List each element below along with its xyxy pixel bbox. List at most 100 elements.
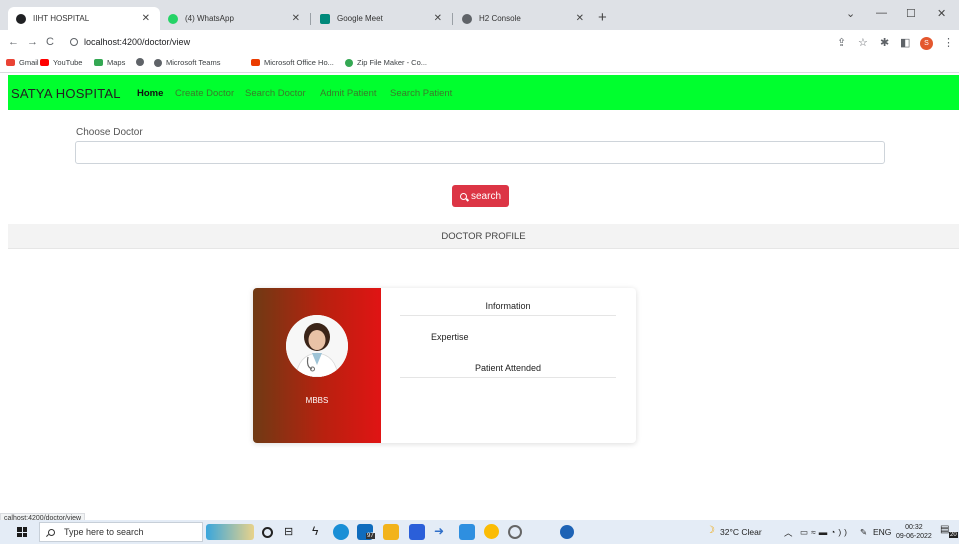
bookmark-microsoft-teams[interactable]: Microsoft Teams <box>154 58 220 67</box>
language-indicator[interactable]: ENG <box>873 527 891 537</box>
tab-separator <box>452 13 453 25</box>
bookmark-zip-file-maker[interactable]: Zip File Maker - Co... <box>345 58 427 67</box>
patients-attended-label: Patient Attended <box>400 363 616 378</box>
terminal-icon[interactable]: ➜ <box>434 524 450 540</box>
nav-home[interactable]: Home <box>137 88 163 99</box>
expertise-label: Expertise <box>431 332 469 342</box>
globe-icon <box>154 58 162 67</box>
extensions-icon[interactable]: ✱ <box>880 36 889 49</box>
lightning-app-icon[interactable]: ϟ <box>312 524 328 540</box>
bookmark-label: Microsoft Teams <box>166 58 221 67</box>
side-panel-icon[interactable]: ◧ <box>900 36 910 49</box>
windows-start-icon[interactable] <box>17 527 27 537</box>
bookmark-youtube[interactable]: YouTube <box>40 58 82 67</box>
pen-icon[interactable]: ✎ <box>860 527 867 538</box>
taskbar-search-placeholder: Type here to search <box>64 527 144 537</box>
youtube-icon <box>40 59 49 66</box>
tab-title: (4) WhatsApp <box>185 14 234 23</box>
reload-icon[interactable]: C <box>46 36 54 48</box>
profile-avatar[interactable]: S <box>920 37 933 50</box>
tab-separator <box>310 13 311 25</box>
search-button[interactable]: search <box>452 185 509 207</box>
share-icon[interactable]: ⇪ <box>837 36 846 49</box>
cortana-icon[interactable] <box>262 527 273 538</box>
tab-h2-console[interactable]: H2 Console ✕ <box>454 7 594 30</box>
nav-create-doctor[interactable]: Create Doctor <box>175 88 234 99</box>
browser-toolbar: ← → C localhost:4200/doctor/view ⇪ ☆ ✱ ◧… <box>0 30 959 55</box>
choose-doctor-input[interactable] <box>75 141 885 164</box>
maps-icon <box>94 59 103 66</box>
tab-whatsapp[interactable]: (4) WhatsApp ✕ <box>160 7 310 30</box>
new-tab-button[interactable]: + <box>598 9 607 26</box>
tab-title: H2 Console <box>479 14 521 23</box>
forward-arrow-icon[interactable]: → <box>27 36 38 48</box>
task-view-icon[interactable]: ⊟ <box>284 525 300 541</box>
close-icon[interactable]: ✕ <box>434 13 442 24</box>
minimize-icon[interactable]: — <box>876 7 887 19</box>
taskbar-search-box[interactable]: Type here to search <box>39 522 203 542</box>
maximize-icon[interactable]: ☐ <box>906 7 916 20</box>
whatsapp-icon <box>168 13 178 24</box>
clock-date: 09-06-2022 <box>896 533 932 540</box>
tab-title: IIHT HOSPITAL <box>33 14 90 23</box>
bookmark-maps[interactable]: Maps <box>94 58 125 67</box>
weather-moon-icon: ☽ <box>706 525 715 536</box>
taskbar-clock[interactable]: 00:32 09-06-2022 <box>896 523 932 541</box>
information-title: Information <box>400 301 616 316</box>
settings-gear-icon[interactable] <box>508 525 522 539</box>
close-icon[interactable]: ✕ <box>292 13 300 24</box>
tab-iiht-hospital[interactable]: IIHT HOSPITAL ✕ <box>8 7 160 30</box>
globe-icon <box>136 58 144 66</box>
visual-studio-code-icon[interactable] <box>459 524 475 540</box>
google-meet-icon <box>320 13 330 24</box>
bookmark-star-icon[interactable]: ☆ <box>858 36 868 49</box>
address-bar[interactable]: localhost:4200/doctor/view <box>70 37 190 47</box>
globe-icon <box>462 13 472 24</box>
tab-google-meet[interactable]: Google Meet ✕ <box>312 7 452 30</box>
nav-admit-patient[interactable]: Admit Patient <box>320 88 377 99</box>
bookmark-microsoft-office[interactable]: Microsoft Office Ho... <box>251 58 334 67</box>
notification-count: 20 <box>949 532 958 538</box>
edge-icon[interactable] <box>333 524 349 540</box>
tray-icons[interactable]: ▭≈▬◔)) <box>800 527 850 538</box>
doctor-degree: MBBS <box>305 396 329 405</box>
search-button-label: search <box>470 190 501 202</box>
browser-tab-bar: IIHT HOSPITAL ✕ (4) WhatsApp ✕ Google Me… <box>0 0 959 30</box>
nav-search-doctor[interactable]: Search Doctor <box>245 88 306 99</box>
store-badge: 97 <box>366 533 375 539</box>
close-icon[interactable]: ✕ <box>142 13 150 24</box>
tab-search-chevron-icon[interactable]: ⌄ <box>846 7 855 20</box>
vscode-blue-icon[interactable] <box>409 524 425 540</box>
nav-search-patient[interactable]: Search Patient <box>390 88 452 99</box>
weather-widget-icon[interactable] <box>206 524 254 540</box>
zip-maker-icon <box>345 58 353 67</box>
menu-kebab-icon[interactable]: ⋮ <box>943 36 954 49</box>
bookmark-label: Gmail <box>19 58 39 67</box>
doctor-profile-header: DOCTOR PROFILE <box>8 224 959 249</box>
close-icon[interactable]: ✕ <box>576 13 584 24</box>
bookmark-label: Zip File Maker - Co... <box>357 58 428 67</box>
bookmark-gmail[interactable]: Gmail <box>6 58 39 67</box>
chrome-icon[interactable] <box>484 524 499 539</box>
back-arrow-icon[interactable]: ← <box>8 36 19 48</box>
choose-doctor-label: Choose Doctor <box>76 127 143 138</box>
app-navbar: SATYA HOSPITAL Home Create Doctor Search… <box>8 75 959 110</box>
app-circle-icon[interactable] <box>560 525 574 539</box>
search-icon <box>459 192 467 200</box>
window-close-icon[interactable]: ✕ <box>937 7 946 20</box>
profile-card-left-panel: MBBS <box>253 288 381 443</box>
bookmark-label: Microsoft Office Ho... <box>264 58 334 67</box>
gmail-icon <box>6 59 15 66</box>
windows-taskbar: Type here to search ⊟ ϟ 97 ➜ ☽ 32°C Clea… <box>0 520 959 544</box>
bookmark-globe[interactable] <box>136 58 148 66</box>
weather-text[interactable]: 32°C Clear <box>720 527 762 537</box>
clock-time: 00:32 <box>905 524 923 531</box>
file-explorer-icon[interactable] <box>383 524 399 540</box>
doctor-profile-card: MBBS Information Expertise Patient Atten… <box>253 288 636 443</box>
tab-title: Google Meet <box>337 14 383 23</box>
brand-logo[interactable]: SATYA HOSPITAL <box>11 86 121 101</box>
bookmark-label: Maps <box>107 58 126 67</box>
search-icon <box>48 528 55 536</box>
tray-chevron-icon[interactable]: ︿ <box>784 527 793 539</box>
bookmarks-bar: Gmail YouTube Maps Microsoft Teams Micro… <box>0 55 959 73</box>
